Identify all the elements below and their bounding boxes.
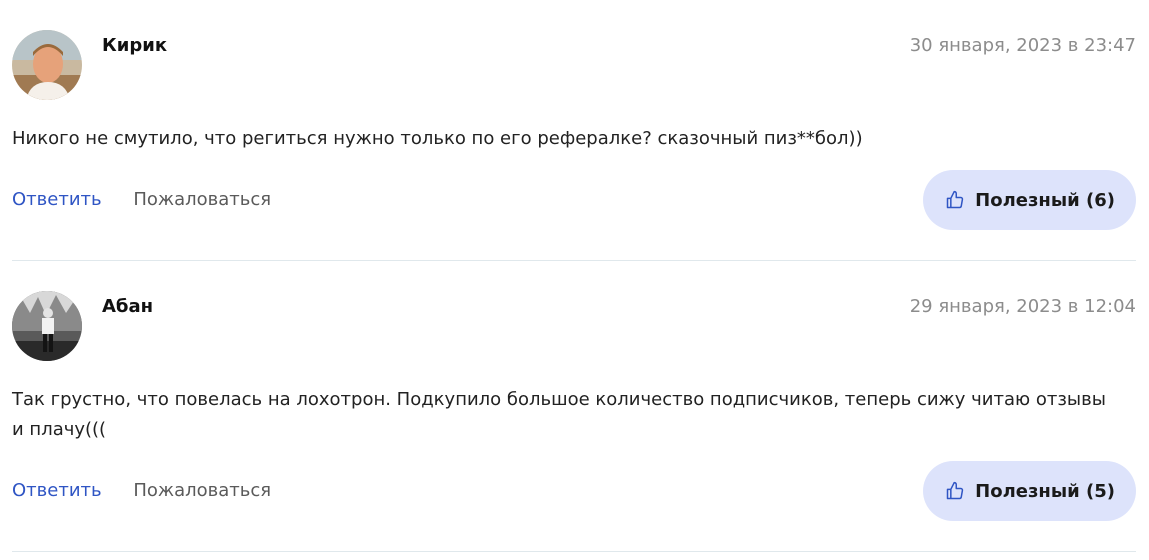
avatar[interactable] <box>12 30 82 100</box>
useful-button[interactable]: Полезный (6) <box>923 170 1136 230</box>
thumbs-up-icon <box>946 190 964 209</box>
comment: Абан 29 января, 2023 в 12:04 Так грустно… <box>12 291 1136 551</box>
comment-text: Никого не смутило, что региться нужно то… <box>12 128 863 149</box>
divider <box>12 551 1136 552</box>
comment-date: 29 января, 2023 в 12:04 <box>909 296 1136 317</box>
avatar[interactable] <box>12 291 82 361</box>
complain-link[interactable]: Пожаловаться <box>133 480 271 501</box>
comment-date: 30 января, 2023 в 23:47 <box>909 35 1136 56</box>
useful-button[interactable]: Полезный (5) <box>923 461 1136 521</box>
thumbs-up-icon <box>946 481 964 500</box>
comment-actions: Ответить Пожаловаться <box>12 479 271 503</box>
comment: Кирик 30 января, 2023 в 23:47 Никого не … <box>12 30 1136 260</box>
comment-author: Абан <box>102 296 154 317</box>
avatar-photo-icon <box>12 291 82 361</box>
useful-label: Полезный (5) <box>975 480 1115 502</box>
complain-link[interactable]: Пожаловаться <box>133 189 271 210</box>
divider <box>12 260 1136 261</box>
reply-link[interactable]: Ответить <box>12 189 102 210</box>
comment-text: Так грустно, что повелась на лохотрон. П… <box>12 389 1106 440</box>
comment-actions: Ответить Пожаловаться <box>12 188 271 212</box>
avatar-photo-icon <box>12 30 82 100</box>
comment-author: Кирик <box>102 35 168 56</box>
reply-link[interactable]: Ответить <box>12 480 102 501</box>
useful-label: Полезный (6) <box>975 189 1115 211</box>
